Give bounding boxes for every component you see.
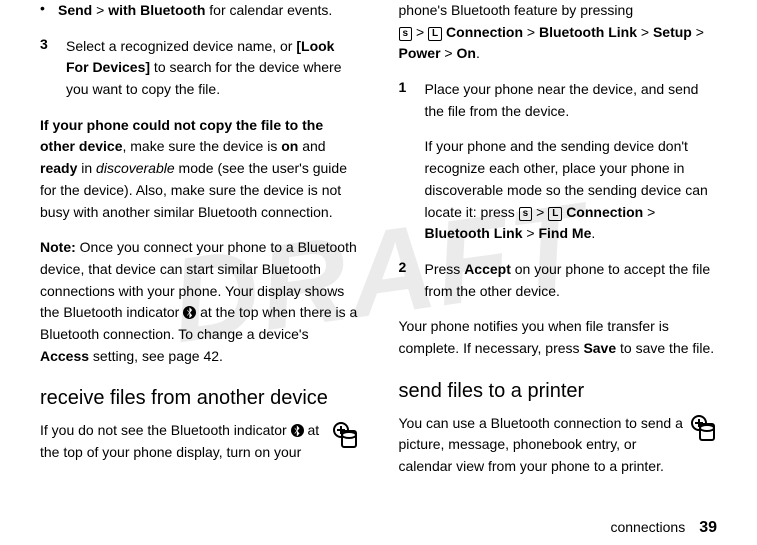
text: and	[298, 138, 325, 154]
heading-receive-files: receive files from another device	[40, 387, 359, 410]
separator-gt: >	[441, 45, 457, 61]
paragraph-turn-on-bt: phone's Bluetooth feature by pressing s …	[399, 0, 718, 65]
separator-gt: >	[92, 2, 108, 18]
key-center: s	[519, 207, 533, 221]
separator-gt: >	[637, 24, 653, 40]
heading-send-to-printer: send files to a printer	[399, 380, 718, 403]
separator-gt: >	[643, 204, 655, 220]
text-note: Note:	[40, 239, 76, 255]
page-columns: • Send > with Bluetooth for calendar eve…	[0, 0, 757, 492]
text: You can use a Bluetooth connection to se…	[399, 415, 683, 474]
step-number: 1	[399, 79, 425, 245]
bluetooth-icon	[183, 306, 196, 319]
text-discoverable: discoverable	[96, 160, 175, 176]
label-accept: Accept	[464, 261, 511, 277]
text: , make sure the device is	[122, 138, 281, 154]
feature-icon	[691, 415, 717, 441]
separator-gt: >	[412, 24, 428, 40]
text: If you do not see the Bluetooth indicato…	[40, 422, 291, 438]
paragraph-transfer-complete: Your phone notifies you when file transf…	[399, 316, 718, 359]
step-number: 2	[399, 259, 425, 302]
separator-gt: >	[523, 24, 539, 40]
text: Press	[425, 261, 465, 277]
text-ready: ready	[40, 160, 77, 176]
feature-icon	[333, 422, 359, 448]
text: in	[77, 160, 96, 176]
footer-section: connections	[610, 519, 685, 535]
step-2: 2 Press Accept on your phone to accept t…	[399, 259, 718, 302]
label-bluetooth-link: Bluetooth Link	[539, 24, 637, 40]
label-send: Send	[58, 2, 92, 18]
text: Select a recognized device name, or	[66, 38, 296, 54]
label-save: Save	[583, 340, 616, 356]
separator-gt: >	[532, 204, 548, 220]
bullet-send-bluetooth: • Send > with Bluetooth for calendar eve…	[40, 0, 359, 22]
page-footer: connections 39	[610, 519, 717, 537]
text: phone's Bluetooth feature by pressing	[399, 2, 634, 18]
footer-page-number: 39	[699, 519, 717, 536]
text: setting, see page 42.	[89, 348, 223, 364]
label-connection: Connection	[566, 204, 643, 220]
separator-gt: >	[692, 24, 704, 40]
label-connection: Connection	[446, 24, 523, 40]
step-3: 3 Select a recognized device name, or [L…	[40, 36, 359, 101]
key-center: s	[399, 27, 413, 41]
label-access: Access	[40, 348, 89, 364]
label-bluetooth-link: Bluetooth Link	[425, 225, 523, 241]
right-column: phone's Bluetooth feature by pressing s …	[399, 0, 718, 492]
paragraph-note: Note: Once you connect your phone to a B…	[40, 237, 359, 367]
label-on: On	[456, 45, 475, 61]
connection-key-icon: L	[428, 27, 442, 41]
connection-key-icon: L	[548, 207, 562, 221]
step-number: 3	[40, 36, 66, 101]
label-find-me: Find Me	[538, 225, 591, 241]
bluetooth-icon	[291, 424, 304, 437]
label-setup: Setup	[653, 24, 692, 40]
text: for calendar events.	[205, 2, 332, 18]
text: to save the file.	[616, 340, 714, 356]
paragraph-could-not-copy: If your phone could not copy the file to…	[40, 115, 359, 223]
text-on: on	[281, 138, 298, 154]
bullet-dot: •	[40, 0, 58, 22]
label-with-bluetooth: with Bluetooth	[108, 2, 205, 18]
left-column: • Send > with Bluetooth for calendar eve…	[40, 0, 359, 492]
paragraph-if-no-indicator: If you do not see the Bluetooth indicato…	[40, 420, 359, 463]
separator-gt: >	[523, 225, 539, 241]
paragraph-printer-intro: You can use a Bluetooth connection to se…	[399, 413, 718, 478]
text: Place your phone near the device, and se…	[425, 81, 699, 119]
label-power: Power	[399, 45, 441, 61]
step-1: 1 Place your phone near the device, and …	[399, 79, 718, 245]
